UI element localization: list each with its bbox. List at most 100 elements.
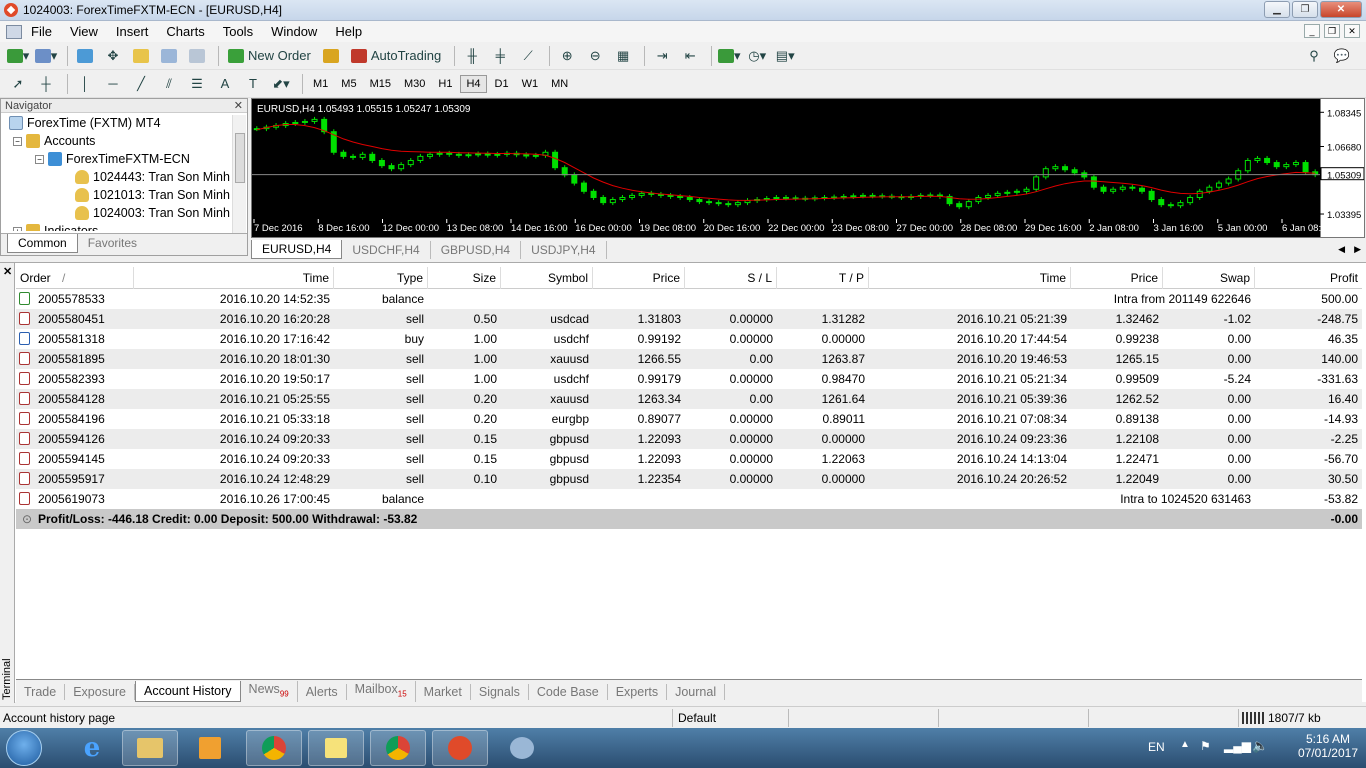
mdi-minimize-button[interactable]: _ bbox=[1304, 24, 1320, 38]
new-chart-icon[interactable]: ▾ bbox=[6, 45, 30, 67]
autotrading-button[interactable]: AutoTrading bbox=[347, 45, 445, 67]
timeframe-m5[interactable]: M5 bbox=[336, 76, 361, 92]
tab-eurusd-h4[interactable]: EURUSD,H4 bbox=[251, 240, 343, 259]
chat-icon[interactable]: 💬 bbox=[1330, 45, 1354, 67]
table-row[interactable]: 2005595917 2016.10.24 12:48:29 sell 0.10 gbp… bbox=[16, 469, 1362, 489]
volume-icon[interactable]: 🔈 bbox=[1252, 738, 1268, 754]
col-order[interactable]: Order / bbox=[16, 267, 134, 289]
table-row[interactable]: 2005578533 2016.10.20 14:52:35 balance 500.… bbox=[16, 289, 1362, 309]
mdi-close-button[interactable]: ✕ bbox=[1344, 24, 1360, 38]
menu-insert[interactable]: Insert bbox=[107, 24, 158, 39]
templates-icon[interactable]: ▤▾ bbox=[773, 45, 797, 67]
timeframe-mn[interactable]: MN bbox=[546, 76, 573, 92]
menu-tools[interactable]: Tools bbox=[214, 24, 262, 39]
line-chart-icon[interactable]: ⟋ bbox=[516, 45, 540, 67]
tab-scroll-left-icon[interactable]: ◀ bbox=[1338, 244, 1345, 255]
mdi-restore-button[interactable]: ❐ bbox=[1324, 24, 1340, 38]
table-row[interactable]: 2005581895 2016.10.20 18:01:30 sell 1.00 xau… bbox=[16, 349, 1362, 369]
col-sl[interactable]: S / L bbox=[685, 267, 777, 289]
col-type[interactable]: Type bbox=[334, 267, 428, 289]
col-price[interactable]: Price bbox=[593, 267, 685, 289]
table-row[interactable]: 2005594145 2016.10.24 09:20:33 sell 0.15 gbp… bbox=[16, 449, 1362, 469]
table-row[interactable]: 2005584196 2016.10.21 05:33:18 sell 0.20 eur… bbox=[16, 409, 1362, 429]
zoom-in-icon[interactable]: ⊕ bbox=[555, 45, 579, 67]
close-button[interactable]: ✕ bbox=[1320, 1, 1362, 18]
tab-alerts[interactable]: Alerts bbox=[298, 683, 347, 700]
collapse-icon[interactable]: − bbox=[35, 154, 44, 164]
bar-chart-icon[interactable]: ╫ bbox=[460, 45, 484, 67]
sticky-notes-icon[interactable] bbox=[308, 730, 364, 766]
text-label-icon[interactable]: T bbox=[241, 73, 265, 95]
table-row[interactable]: 2005582393 2016.10.20 19:50:17 sell 1.00 usd… bbox=[16, 369, 1362, 389]
menu-help[interactable]: Help bbox=[326, 24, 371, 39]
col-profit[interactable]: Profit bbox=[1255, 267, 1362, 289]
col-size[interactable]: Size bbox=[428, 267, 501, 289]
menu-charts[interactable]: Charts bbox=[157, 24, 213, 39]
tree-account-item[interactable]: 1021013: Tran Son Minh bbox=[75, 186, 230, 204]
chrome-icon[interactable] bbox=[246, 730, 302, 766]
col-tp[interactable]: T / P bbox=[777, 267, 869, 289]
profiles-icon[interactable]: ▾ bbox=[34, 45, 58, 67]
timeframe-m1[interactable]: M1 bbox=[308, 76, 333, 92]
tab-signals[interactable]: Signals bbox=[471, 683, 529, 700]
tab-usdjpy-h4[interactable]: USDJPY,H4 bbox=[521, 240, 607, 259]
tree-server[interactable]: − ForexTimeFXTM-ECN bbox=[35, 150, 190, 168]
candlestick-icon[interactable]: ╪ bbox=[488, 45, 512, 67]
metaeditor-icon[interactable] bbox=[319, 45, 343, 67]
table-row[interactable]: 2005584128 2016.10.21 05:25:55 sell 0.20 xau… bbox=[16, 389, 1362, 409]
strategy-tester-icon[interactable] bbox=[185, 45, 209, 67]
cursor-icon[interactable]: ➚ bbox=[6, 73, 30, 95]
navigator-icon[interactable] bbox=[129, 45, 153, 67]
tab-market[interactable]: Market bbox=[416, 683, 471, 700]
paint-icon[interactable] bbox=[494, 730, 550, 766]
file-explorer-icon[interactable] bbox=[122, 730, 178, 766]
search-icon[interactable]: ⚲ bbox=[1302, 45, 1326, 67]
table-row[interactable]: 2005580451 2016.10.20 16:20:28 sell 0.50 usd… bbox=[16, 309, 1362, 329]
equidistant-channel-icon[interactable]: ⫽ bbox=[157, 73, 181, 95]
crosshair-icon[interactable]: ┼ bbox=[34, 73, 58, 95]
menu-window[interactable]: Window bbox=[262, 24, 326, 39]
timeframe-h4[interactable]: H4 bbox=[460, 74, 487, 93]
navigator-scrollbar[interactable] bbox=[232, 115, 246, 233]
tree-account-item[interactable]: 1024003: Tran Son Minh bbox=[75, 204, 230, 222]
tray-expand-icon[interactable]: ▲ bbox=[1180, 739, 1190, 750]
tree-indicators[interactable]: + Indicators bbox=[13, 222, 98, 231]
language-indicator[interactable]: EN bbox=[1148, 740, 1165, 754]
tab-scroll-right-icon[interactable]: ▶ bbox=[1354, 244, 1361, 255]
tab-usdchf-h4[interactable]: USDCHF,H4 bbox=[342, 240, 431, 259]
start-button[interactable] bbox=[6, 730, 42, 766]
media-player-icon[interactable] bbox=[182, 730, 238, 766]
menu-file[interactable]: File bbox=[22, 24, 61, 39]
periods-icon[interactable]: ◷▾ bbox=[745, 45, 769, 67]
timeframe-h1[interactable]: H1 bbox=[433, 76, 457, 92]
vertical-line-icon[interactable]: │ bbox=[73, 73, 97, 95]
collapse-icon[interactable]: − bbox=[13, 136, 22, 146]
tab-common[interactable]: Common bbox=[7, 234, 78, 253]
tab-journal[interactable]: Journal bbox=[667, 683, 726, 700]
table-row[interactable]: 2005581318 2016.10.20 17:16:42 buy 1.00 usdc… bbox=[16, 329, 1362, 349]
table-row[interactable]: 2005594126 2016.10.24 09:20:33 sell 0.15 gbp… bbox=[16, 429, 1362, 449]
auto-scroll-icon[interactable]: ⇥ bbox=[650, 45, 674, 67]
table-row[interactable]: 2005619073 2016.10.26 17:00:45 balance -53.… bbox=[16, 489, 1362, 509]
price-chart[interactable]: EURUSD,H4 1.05493 1.05515 1.05247 1.0530… bbox=[251, 98, 1365, 238]
restore-button[interactable]: ❐ bbox=[1292, 1, 1318, 18]
tab-gbpusd-h4[interactable]: GBPUSD,H4 bbox=[431, 240, 522, 259]
fibonacci-icon[interactable]: ☰ bbox=[185, 73, 209, 95]
tree-root[interactable]: ForexTime (FXTM) MT4 bbox=[9, 114, 161, 132]
data-window-icon[interactable]: ✥ bbox=[101, 45, 125, 67]
tab-exposure[interactable]: Exposure bbox=[65, 683, 136, 700]
action-center-icon[interactable]: ⚑ bbox=[1200, 739, 1211, 753]
market-watch-icon[interactable] bbox=[73, 45, 97, 67]
tab-code-base[interactable]: Code Base bbox=[529, 683, 608, 700]
clock[interactable]: 5:16 AM 07/01/2017 bbox=[1298, 732, 1358, 760]
internet-explorer-icon[interactable]: e bbox=[64, 730, 120, 766]
scrollbar-thumb[interactable] bbox=[235, 133, 245, 183]
tab-news[interactable]: News99 bbox=[241, 680, 298, 703]
zoom-out-icon[interactable]: ⊖ bbox=[583, 45, 607, 67]
new-order-button[interactable]: New Order bbox=[224, 45, 315, 67]
metatrader-icon[interactable] bbox=[432, 730, 488, 766]
chrome-window-icon[interactable] bbox=[370, 730, 426, 766]
navigator-close-icon[interactable]: ✕ bbox=[234, 99, 243, 113]
text-icon[interactable]: A bbox=[213, 73, 237, 95]
tree-accounts[interactable]: − Accounts bbox=[13, 132, 95, 150]
